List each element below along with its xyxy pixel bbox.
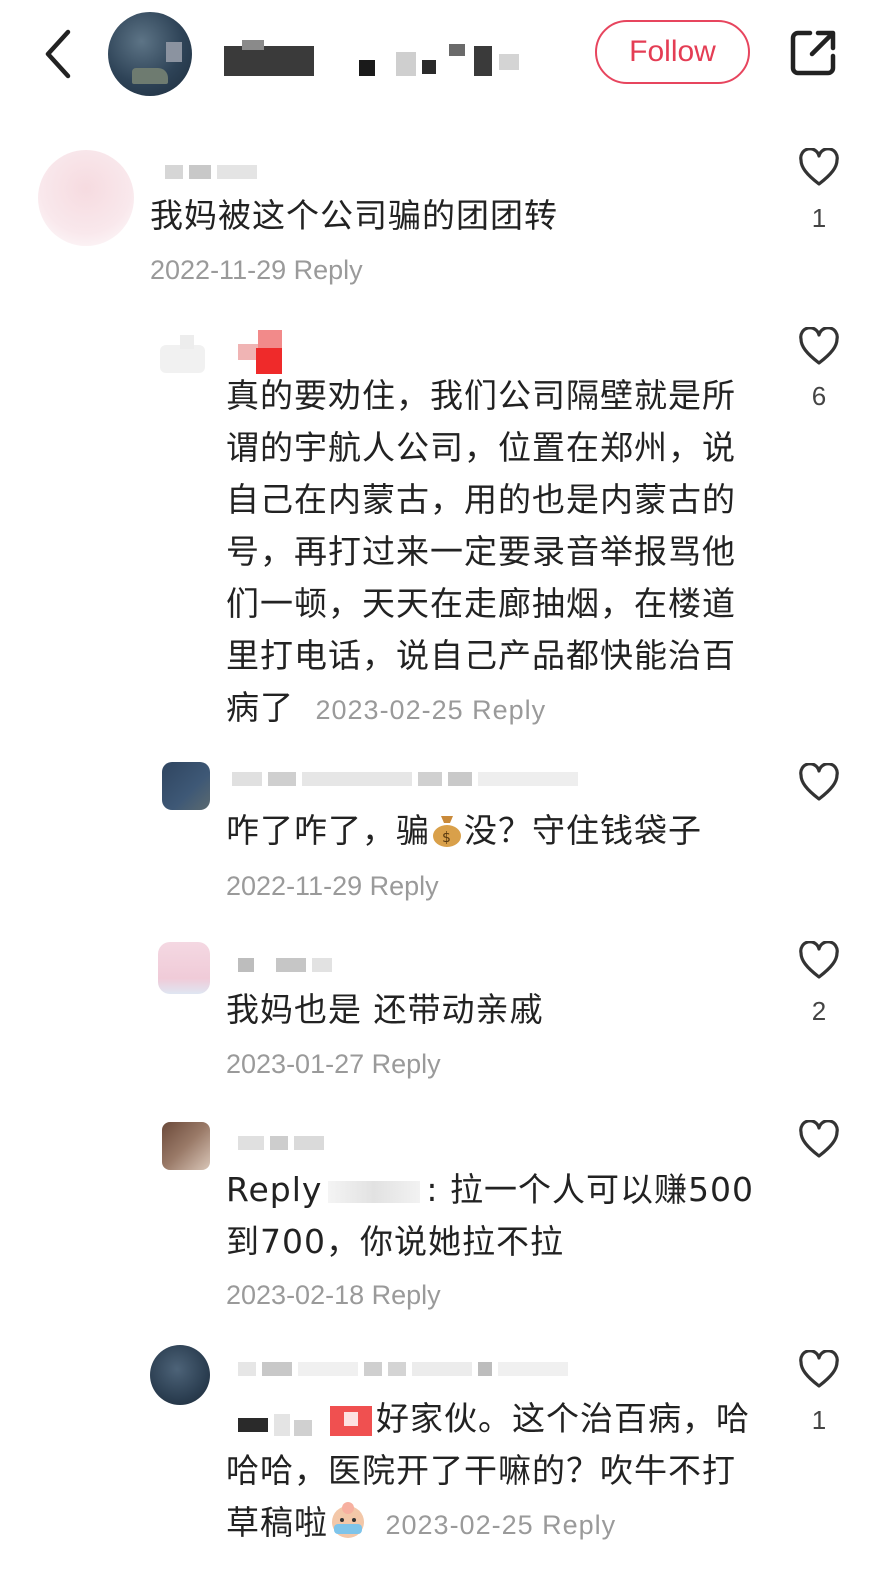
author-avatar[interactable] [108,12,192,96]
comment-date: 2023-01-27 [226,1049,365,1079]
commenter-avatar[interactable] [38,150,134,246]
comment-meta: 2022-11-29 Reply [150,255,363,286]
comment-text: Reply: 拉一个人可以赚500 到700，你说她拉不拉 [226,1170,755,1261]
share-external-icon[interactable] [788,28,838,78]
comment-meta: 2022-11-29 Reply [226,871,439,902]
reply-link[interactable]: Reply [294,255,363,285]
comment-date: 2023-02-25 [385,1510,534,1540]
reply-link[interactable]: Reply [372,1049,441,1079]
like-heart-icon[interactable] [798,1350,840,1390]
commenter-name-pixelated[interactable] [232,772,578,786]
comment-date: 2022-11-29 [150,255,287,285]
svg-text:$: $ [442,830,452,846]
like-count: 2 [811,996,827,1026]
follow-button[interactable]: Follow [595,20,750,84]
like-heart-icon[interactable] [798,327,840,367]
comment-date: 2023-02-18 [226,1280,365,1310]
like-heart-icon[interactable] [798,941,840,981]
commenter-avatar[interactable] [162,1122,210,1170]
like-count: 6 [811,381,827,411]
comment-text: 咋了咋了，骗 $ 没？守住钱袋子 [226,811,702,850]
mentioned-user-pixelated[interactable] [226,1398,376,1438]
like-count: 1 [811,203,827,233]
comment-date: 2022-11-29 [226,871,363,901]
reply-link[interactable]: Reply [370,871,439,901]
like-heart-icon[interactable] [798,763,840,803]
commenter-name-pixelated[interactable] [238,958,332,972]
money-bag-emoji: $ [433,816,461,847]
mentioned-user-pixelated[interactable] [328,1181,421,1203]
reply-prefix: Reply [226,1170,323,1209]
comment-meta: 2023-02-18 Reply [226,1280,441,1311]
commenter-name-pixelated[interactable] [165,165,257,179]
commenter-name-pixelated[interactable] [238,1136,324,1150]
like-heart-icon[interactable] [798,1120,840,1160]
comment-text: 我妈也是 还带动亲戚 [226,990,544,1029]
comment-text: 真的要劝住，我们公司隔壁就是所 谓的宇航人公司，位置在郑州，说 自己在内蒙古，用… [226,376,736,727]
comment-text: 好家伙。这个治百病，哈 哈哈，医院开了干嘛的？吹牛不打 草稿啦 2023-02-… [226,1398,750,1542]
commenter-name-pixelated[interactable] [238,1362,568,1376]
commenter-avatar[interactable] [158,942,210,994]
comment-meta: 2023-01-27 Reply [226,1049,441,1080]
comment-text: 我妈被这个公司骗的团团转 [150,196,558,235]
like-count: 1 [811,1405,827,1435]
commenter-avatar[interactable] [162,762,210,810]
comment-date: 2023-02-25 [315,695,464,725]
reply-link[interactable]: Reply [542,1510,616,1540]
crying-emoji [332,1502,364,1538]
like-heart-icon[interactable] [798,148,840,188]
commenter-avatar[interactable] [150,1345,210,1405]
reply-link[interactable]: Reply [472,695,546,725]
reply-link[interactable]: Reply [372,1280,441,1310]
commenter-avatar[interactable] [160,335,210,375]
author-name-pixelated[interactable] [224,40,524,80]
back-chevron-icon[interactable] [40,28,78,80]
